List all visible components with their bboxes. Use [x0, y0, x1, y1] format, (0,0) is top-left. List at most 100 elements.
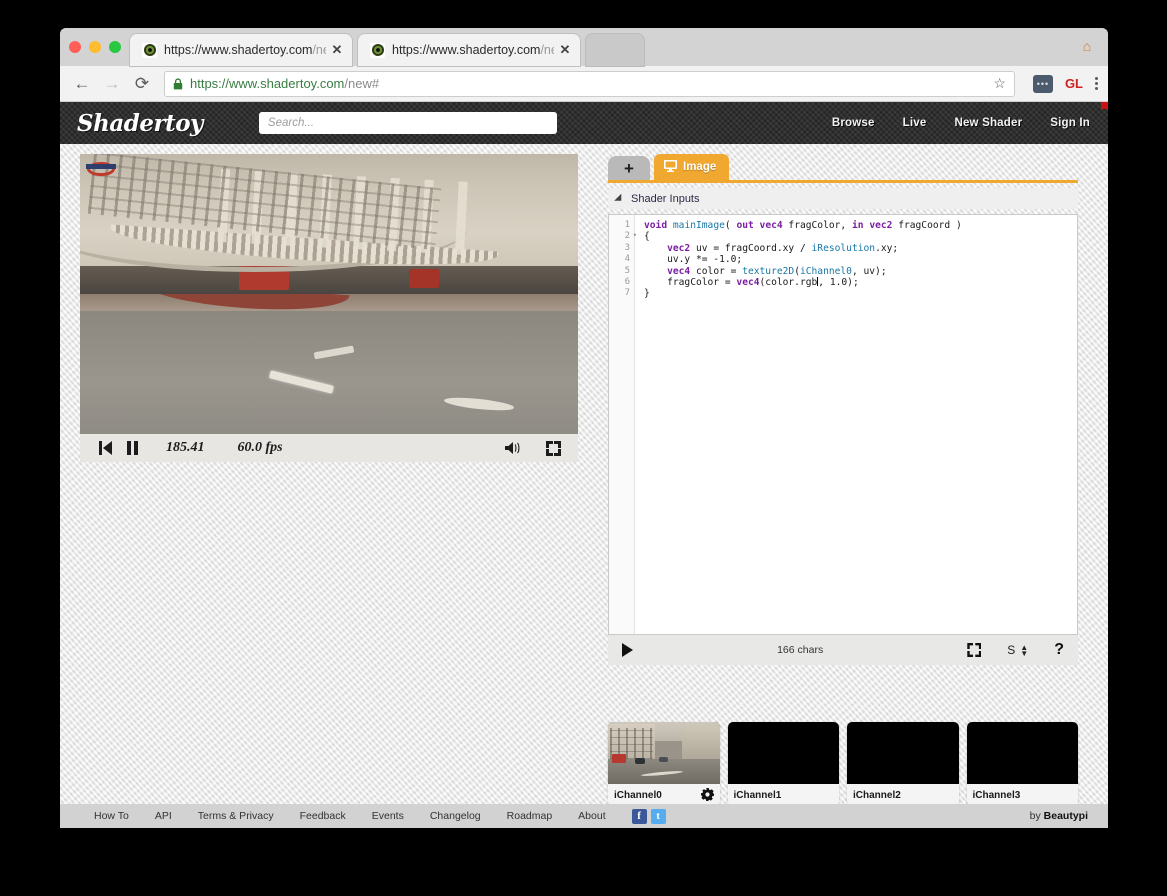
footer-link-about[interactable]: About	[578, 810, 605, 822]
browser-tab-1-title: https://www.shadertoy.com/ne	[164, 43, 326, 57]
facebook-icon[interactable]: f	[631, 808, 647, 824]
shadertoy-logo[interactable]: Shadertoy	[77, 110, 203, 137]
channel-ichannel0[interactable]: iChannel0	[608, 722, 720, 806]
font-size-control[interactable]: S ▲ ▼	[1007, 643, 1028, 657]
browser-toolbar: ← → ⟳ https://www.shadertoy.com/new# ☆ •…	[60, 66, 1108, 102]
back-button[interactable]: ←	[68, 70, 96, 98]
gear-icon[interactable]	[700, 787, 714, 803]
channel-label-row: iChannel2	[847, 784, 959, 806]
nav-new-shader[interactable]: New Shader	[954, 117, 1022, 129]
restart-button[interactable]	[94, 438, 116, 458]
up-down-arrows-icon[interactable]: ▲ ▼	[1020, 643, 1028, 657]
address-bar-url: https://www.shadertoy.com/new#	[190, 76, 380, 91]
browser-tab-3-empty[interactable]	[586, 34, 644, 66]
channel-thumbnail[interactable]	[966, 722, 1078, 784]
shader-canvas[interactable]	[80, 154, 578, 434]
three-dot-menu-icon[interactable]	[1095, 77, 1098, 90]
footer-credit: by Beautypi	[1029, 810, 1088, 822]
browser-tab-2-title: https://www.shadertoy.com/ne	[392, 43, 554, 57]
site-footer: How To API Terms & Privacy Feedback Even…	[60, 804, 1108, 828]
speaker-icon[interactable]	[502, 438, 524, 458]
minimize-window-button[interactable]	[89, 41, 101, 53]
extension-icon[interactable]: •••	[1032, 74, 1053, 93]
channel-label: iChannel2	[853, 789, 901, 801]
profile-avatar[interactable]: GL	[1065, 76, 1083, 91]
editor-fullscreen-button[interactable]	[967, 643, 982, 657]
browser-tab-2[interactable]: https://www.shadertoy.com/ne ✕	[358, 34, 580, 66]
font-size-label: S	[1007, 643, 1016, 657]
footer-link-api[interactable]: API	[155, 810, 172, 822]
channel-strip: iChannel0 iChannel1 iChannel2 iChannel3	[608, 722, 1078, 806]
code-editor-panel: + Image Shader Inputs 1 2 3 4	[608, 154, 1078, 665]
editor-footer-bar: 166 chars S ▲ ▼ ?	[608, 635, 1078, 665]
tab-image[interactable]: Image	[654, 154, 730, 180]
browser-tab-1[interactable]: https://www.shadertoy.com/ne ✕	[130, 34, 352, 66]
browser-tab-2-close-icon[interactable]: ✕	[558, 43, 572, 57]
channel-label: iChannel1	[733, 789, 782, 801]
address-bar[interactable]: https://www.shadertoy.com/new# ☆	[164, 70, 1015, 97]
shader-preview-panel: 185.41 60.0 fps	[80, 154, 578, 462]
site-header: Shadertoy Browse Live New Shader Sign In	[60, 102, 1108, 144]
shadertoy-eye-icon	[370, 42, 385, 58]
site-nav: Browse Live New Shader Sign In	[832, 117, 1090, 129]
footer-social-icons: f t	[631, 808, 666, 824]
shader-inputs-label: Shader Inputs	[631, 192, 700, 205]
tab-image-label: Image	[683, 161, 717, 173]
channel-ichannel1[interactable]: iChannel1	[727, 722, 840, 806]
channel-thumbnail[interactable]	[727, 722, 839, 784]
bookmark-star-icon[interactable]: ☆	[993, 75, 1006, 92]
window-profile-badge-icon[interactable]: ⌂	[1080, 38, 1094, 54]
line-number-gutter: 1 2 3 4 5 6 7	[609, 215, 637, 634]
footer-link-how-to[interactable]: How To	[94, 810, 129, 822]
channel-label-row: iChannel1	[728, 784, 840, 806]
forward-button[interactable]: →	[98, 70, 126, 98]
fps-counter: 60.0 fps	[237, 440, 283, 455]
channel-label-row: iChannel0	[608, 784, 720, 806]
footer-link-terms-privacy[interactable]: Terms & Privacy	[198, 810, 274, 822]
help-button[interactable]: ?	[1054, 641, 1064, 659]
compile-run-button[interactable]	[622, 643, 633, 657]
footer-links: How To API Terms & Privacy Feedback Even…	[94, 810, 606, 822]
shader-source-code[interactable]: void mainImage( out vec4 fragColor, in v…	[635, 215, 1077, 634]
fullscreen-button[interactable]	[542, 438, 564, 458]
footer-link-events[interactable]: Events	[372, 810, 404, 822]
monitor-icon	[664, 159, 677, 175]
close-window-button[interactable]	[69, 41, 81, 53]
character-count: 166 chars	[777, 644, 824, 656]
maximize-window-button[interactable]	[109, 41, 121, 53]
browser-window: https://www.shadertoy.com/ne ✕ https://w…	[60, 28, 1108, 828]
channel-ichannel2[interactable]: iChannel2	[847, 722, 959, 806]
add-tab-button[interactable]: +	[608, 156, 650, 180]
nav-live[interactable]: Live	[903, 117, 927, 129]
reload-button[interactable]: ⟳	[128, 70, 156, 98]
twitter-icon[interactable]: t	[650, 808, 666, 824]
shader-inputs-header[interactable]: Shader Inputs	[608, 188, 1078, 209]
channel-label: iChannel3	[972, 789, 1021, 801]
channel-label: iChannel0	[614, 789, 662, 801]
footer-link-changelog[interactable]: Changelog	[430, 810, 481, 822]
shader-rendered-image	[80, 154, 578, 434]
browser-tab-strip: https://www.shadertoy.com/ne ✕ https://w…	[60, 28, 1108, 66]
channel-ichannel3[interactable]: iChannel3	[966, 722, 1079, 806]
browser-tab-1-close-icon[interactable]: ✕	[330, 43, 344, 57]
playback-time: 185.41	[166, 440, 205, 455]
shadertoy-eye-icon	[142, 42, 157, 58]
player-right-controls	[502, 438, 564, 458]
red-corner-marker	[1101, 102, 1108, 109]
nav-browse[interactable]: Browse	[832, 117, 875, 129]
code-area[interactable]: 1 2 3 4 5 6 7 void mainImage( out vec4 f…	[608, 214, 1078, 635]
page-content: Shadertoy Browse Live New Shader Sign In	[60, 102, 1108, 828]
footer-link-feedback[interactable]: Feedback	[300, 810, 346, 822]
shader-player-bar: 185.41 60.0 fps	[80, 434, 578, 462]
channel-label-row: iChannel3	[967, 784, 1079, 806]
pause-button[interactable]	[122, 438, 144, 458]
lock-icon	[173, 77, 183, 90]
channel-thumbnail[interactable]	[847, 722, 959, 784]
triangle-collapse-icon[interactable]	[614, 193, 625, 204]
footer-link-roadmap[interactable]: Roadmap	[507, 810, 553, 822]
nav-sign-in[interactable]: Sign In	[1050, 117, 1090, 129]
search-input[interactable]	[258, 112, 557, 134]
editor-accent-bar	[608, 180, 1078, 183]
window-traffic-lights	[69, 41, 121, 53]
channel-thumbnail[interactable]	[608, 722, 720, 784]
